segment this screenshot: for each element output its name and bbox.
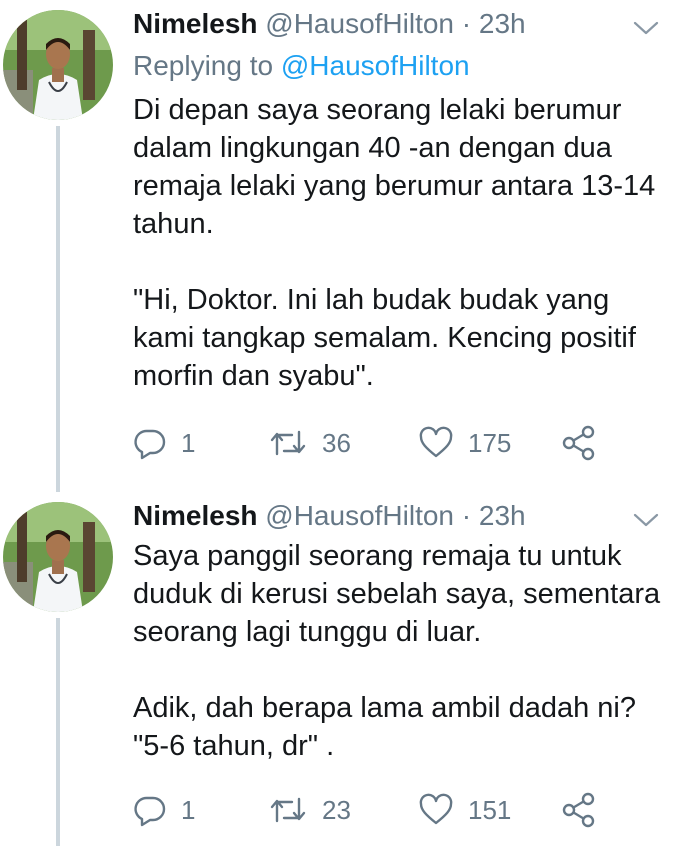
chevron-down-icon[interactable] (633, 20, 659, 36)
author-name[interactable]: Nimelesh (133, 8, 258, 39)
share-icon (561, 792, 597, 828)
tweet-thread: Nimelesh @HausofHilton · 23h Replying to… (0, 0, 679, 846)
replying-to-mention[interactable]: @HausofHilton (281, 50, 470, 81)
like-button[interactable]: 175 (418, 423, 511, 463)
reply-count: 1 (181, 427, 196, 458)
tweet-timestamp[interactable]: 23h (479, 8, 526, 39)
tweet-text: Saya panggil seorang remaja tu untuk dud… (133, 537, 673, 765)
like-button[interactable]: 151 (418, 790, 511, 830)
tweet-paragraph: "Hi, Doktor. Ini lah budak budak yang ka… (133, 284, 636, 392)
thread-connector-line (56, 126, 60, 492)
separator-dot: · (461, 500, 472, 531)
tweet-paragraph: Saya panggil seorang remaja tu untuk dud… (133, 540, 661, 648)
retweet-count: 36 (322, 427, 351, 458)
retweet-button[interactable]: 23 (268, 790, 351, 830)
thread-connector-line (56, 618, 60, 846)
retweet-count: 23 (322, 794, 351, 825)
replying-to-label: Replying to (133, 50, 274, 81)
avatar[interactable] (3, 10, 113, 120)
tweet-paragraph: Adik, dah berapa lama ambil dadah ni? "5… (133, 692, 636, 762)
like-count: 175 (468, 427, 512, 458)
tweet-actions: 1 23 151 (133, 790, 633, 830)
like-count: 151 (468, 794, 512, 825)
reply-button[interactable]: 1 (133, 790, 195, 830)
share-button[interactable] (561, 423, 597, 463)
author-name[interactable]: Nimelesh (133, 500, 258, 531)
tweet-actions: 1 36 175 (133, 423, 633, 463)
author-handle[interactable]: @HausofHilton (265, 500, 454, 531)
share-icon (561, 425, 597, 461)
tweet-paragraph: Di depan saya seorang lelaki berumur dal… (133, 94, 656, 240)
replying-to: Replying to @HausofHilton (133, 48, 470, 84)
retweet-icon (268, 793, 308, 827)
reply-icon (133, 426, 167, 460)
heart-icon (418, 426, 454, 460)
tweet[interactable]: Nimelesh @HausofHilton · 23h Replying to… (0, 0, 679, 492)
author-handle[interactable]: @HausofHilton (265, 8, 454, 39)
heart-icon (418, 793, 454, 827)
reply-count: 1 (181, 794, 196, 825)
tweet-timestamp[interactable]: 23h (479, 500, 526, 531)
reply-button[interactable]: 1 (133, 423, 195, 463)
share-button[interactable] (561, 790, 597, 830)
tweet-header: Nimelesh @HausofHilton · 23h (133, 6, 526, 42)
avatar[interactable] (3, 502, 113, 612)
chevron-down-icon[interactable] (633, 512, 659, 528)
tweet-header: Nimelesh @HausofHilton · 23h (133, 498, 526, 534)
separator-dot: · (461, 8, 472, 39)
retweet-icon (268, 426, 308, 460)
reply-icon (133, 793, 167, 827)
tweet-text: Di depan saya seorang lelaki berumur dal… (133, 91, 673, 395)
retweet-button[interactable]: 36 (268, 423, 351, 463)
tweet[interactable]: Nimelesh @HausofHilton · 23h Saya panggi… (0, 492, 679, 846)
